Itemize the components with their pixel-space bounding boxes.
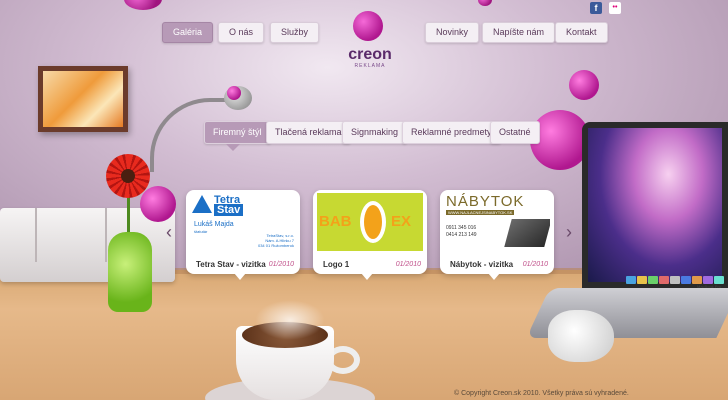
card-title: Logo 1 xyxy=(323,260,350,269)
active-category-pointer xyxy=(226,144,240,151)
gallery-card-tetra-stav[interactable]: Tetra Stav Lukáš Majda štatutár TetraSta… xyxy=(186,190,300,280)
carousel-next-button[interactable]: › xyxy=(566,222,572,243)
laptop-dock xyxy=(626,276,724,284)
card-date: 01/2010 xyxy=(522,261,548,268)
card-date: 01/2010 xyxy=(268,261,294,268)
category-signmaking[interactable]: Signmaking xyxy=(342,121,408,144)
nav-galeria[interactable]: Galéria xyxy=(162,22,214,43)
facebook-icon[interactable]: f xyxy=(590,2,602,14)
nav-napiste-nam[interactable]: Napíšte nám xyxy=(482,22,556,43)
vase xyxy=(108,232,152,312)
decor-ball xyxy=(140,186,176,222)
card-thumbnail: BAB EX xyxy=(317,193,423,251)
category-tlacena-reklama[interactable]: Tlačená reklama xyxy=(266,121,351,144)
wall-picture xyxy=(38,66,128,132)
flickr-icon[interactable]: •• xyxy=(609,2,621,14)
category-reklamne-predmety[interactable]: Reklamné predmety xyxy=(402,121,501,144)
nav-novinky[interactable]: Novinky xyxy=(425,22,480,43)
gallery-card-nabytok[interactable]: NÁBYTOK WWW.NAJLACNEJSINABYTOK.SK 0911 3… xyxy=(440,190,554,280)
logo-mark-icon xyxy=(353,11,383,41)
card-title: Nábytok - vizitka xyxy=(450,260,514,269)
decor-ball xyxy=(569,70,599,100)
category-ostatne[interactable]: Ostatné xyxy=(490,121,540,144)
steam xyxy=(255,300,325,340)
card-thumbnail: Tetra Stav Lukáš Majda štatutár TetraSta… xyxy=(190,193,296,251)
nav-o-nas[interactable]: O nás xyxy=(218,22,265,43)
creon-logo[interactable]: creon REKLAMA xyxy=(345,6,395,69)
copyright-footer: © Copyright Creon.sk 2010. Všetky práva … xyxy=(454,390,629,397)
logo-name: creon xyxy=(348,46,392,63)
card-thumbnail: NÁBYTOK WWW.NAJLACNEJSINABYTOK.SK 0911 3… xyxy=(444,193,550,251)
laptop-screen xyxy=(582,122,728,288)
logo-sub: REKLAMA xyxy=(354,63,386,69)
nav-kontakt[interactable]: Kontakt xyxy=(555,22,608,43)
laptop-label: MacBook Pro xyxy=(697,284,722,289)
decor-ball xyxy=(227,86,241,100)
carousel-prev-button[interactable]: ‹ xyxy=(166,222,172,243)
category-firemny-styl[interactable]: Firemný štýl xyxy=(204,121,271,144)
card-date: 01/2010 xyxy=(395,261,421,268)
card-title: Tetra Stav - vizitka xyxy=(196,260,266,269)
crumpled-paper xyxy=(548,310,614,362)
nav-sluzby[interactable]: Služby xyxy=(270,22,320,43)
gallery-card-logo-1[interactable]: BAB EX Logo 1 01/2010 xyxy=(313,190,427,280)
